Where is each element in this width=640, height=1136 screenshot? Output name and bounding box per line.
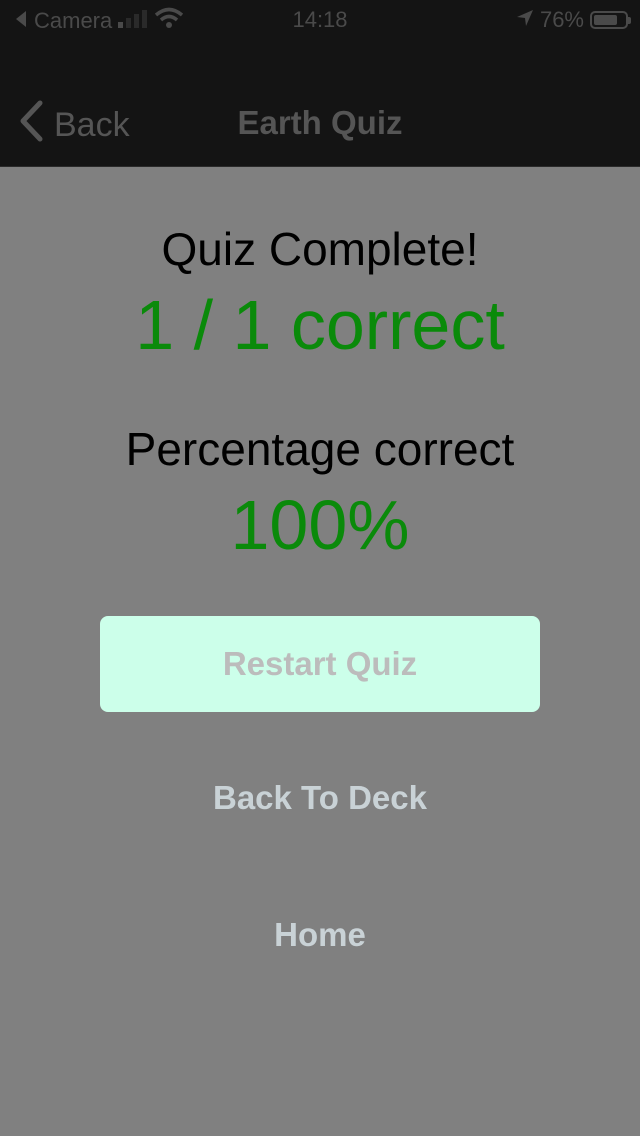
- quiz-complete-heading: Quiz Complete!: [161, 223, 479, 275]
- battery-icon: [590, 11, 631, 29]
- percentage-label: Percentage correct: [125, 423, 515, 475]
- restart-quiz-button[interactable]: Restart Quiz: [100, 616, 540, 712]
- nav-title: Earth Quiz: [237, 104, 403, 141]
- home-button[interactable]: Home: [0, 916, 640, 954]
- percentage-value: 100%: [230, 486, 410, 564]
- back-to-deck-button[interactable]: Back To Deck: [0, 779, 640, 817]
- status-bar: Camera 14:18 76%: [0, 0, 640, 40]
- battery-fill: [594, 15, 617, 25]
- status-right: 76%: [516, 7, 631, 33]
- battery-percent: 76%: [539, 7, 584, 32]
- location-arrow-icon: [516, 7, 534, 33]
- score-text: 1 / 1 correct: [135, 286, 505, 364]
- navigation-bar: Back Earth Quiz: [0, 40, 640, 167]
- quiz-results-screen: Camera 14:18 76% Back Earth Quiz Quiz Co…: [0, 0, 640, 1136]
